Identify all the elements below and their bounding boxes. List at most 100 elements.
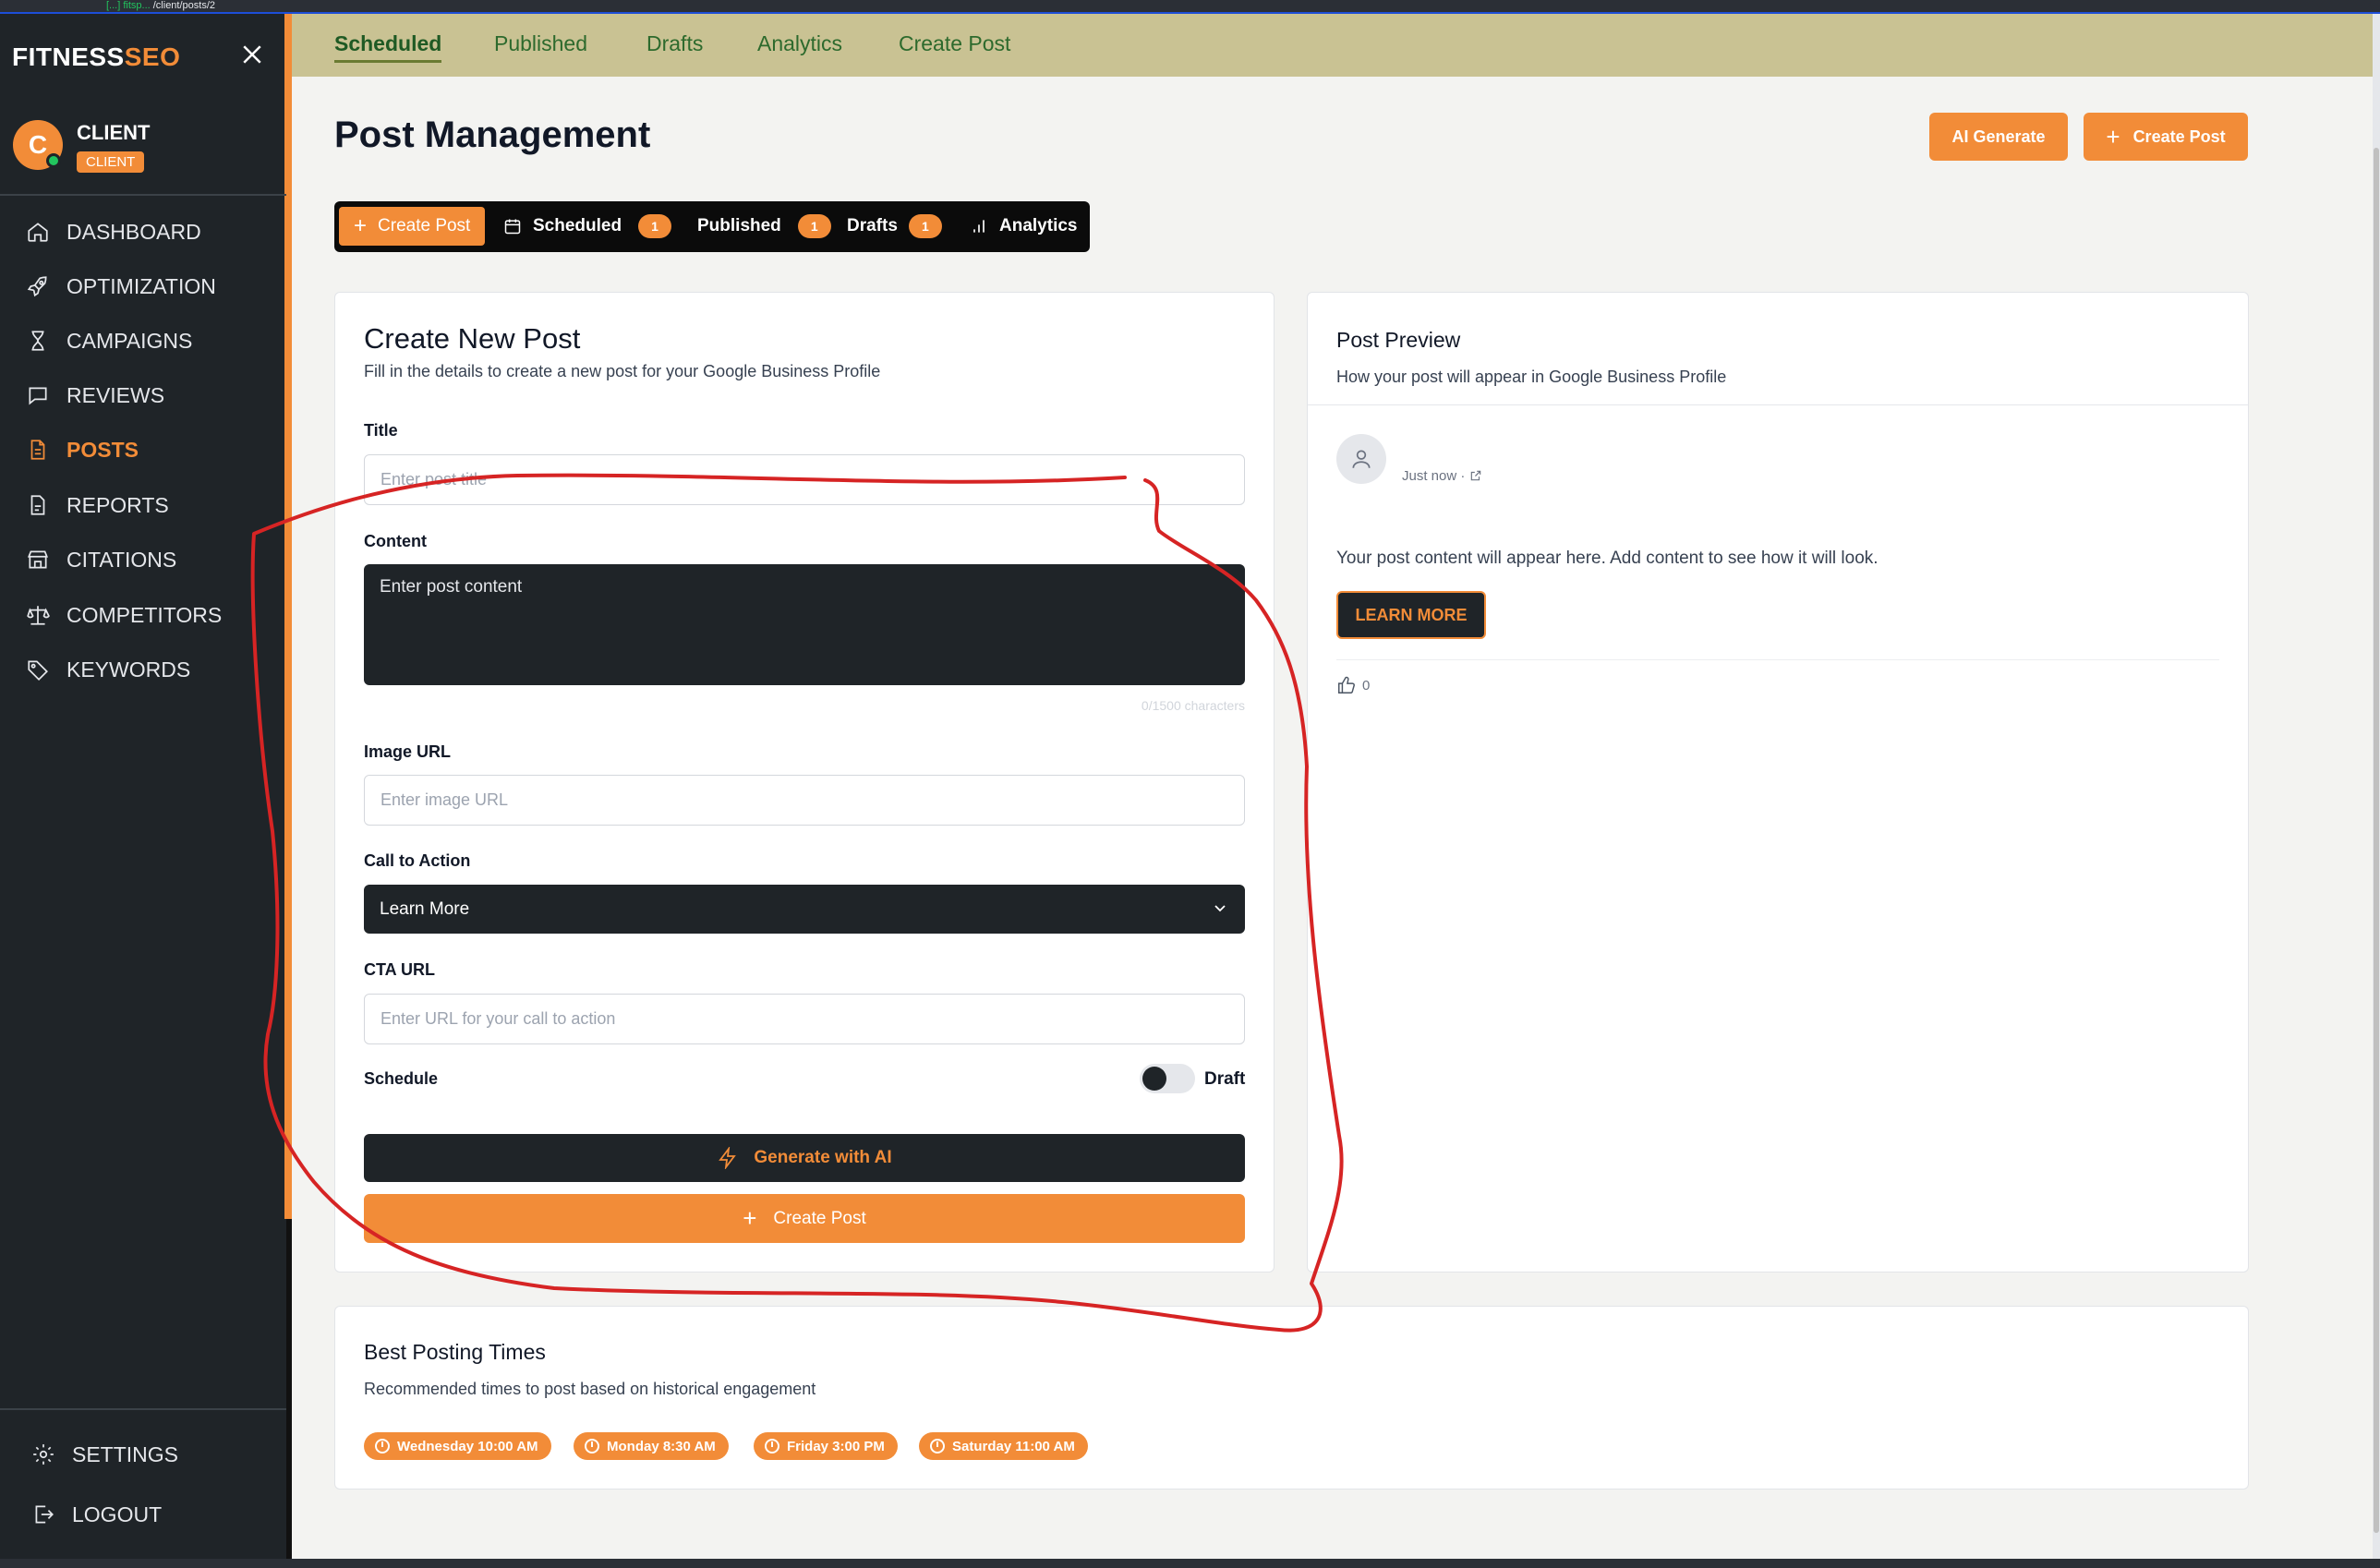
close-icon <box>243 45 261 64</box>
rocket-icon <box>27 276 47 297</box>
clock-icon <box>930 1439 945 1453</box>
user-name: CLIENT <box>77 121 151 144</box>
url-path: /client/posts/2 <box>152 0 216 11</box>
post-segmented-tabs: + Create Post Scheduled 1 Published 1 Dr… <box>334 201 1090 252</box>
time-chip[interactable]: Saturday 11:00 AM <box>919 1432 1088 1460</box>
generate-ai-label: Generate with AI <box>754 1148 892 1167</box>
seg-drafts[interactable]: Drafts 1 <box>847 207 942 246</box>
content-label: Content <box>364 532 427 550</box>
address-bar[interactable]: [...] fitsp... /client/posts/2 <box>106 0 215 11</box>
title-input[interactable]: Enter post title <box>364 454 1245 505</box>
user-role-badge: CLIENT <box>77 151 145 173</box>
preview-timestamp: Just now · <box>1402 468 1482 484</box>
preview-content: Your post content will appear here. Add … <box>1336 549 1879 568</box>
sidebar-item-campaigns[interactable]: CAMPAIGNS <box>26 322 275 359</box>
user-icon <box>1352 450 1371 468</box>
tag-icon <box>28 660 48 681</box>
taskbar-strip <box>0 1559 2380 1568</box>
sidebar-item-dashboard[interactable]: DASHBOARD <box>26 213 275 250</box>
preview-cta-button[interactable]: LEARN MORE <box>1336 591 1486 639</box>
clock-icon <box>765 1439 779 1453</box>
seg-label: Analytics <box>999 216 1078 235</box>
sidebar-item-settings[interactable]: SETTINGS <box>31 1436 281 1473</box>
like-button[interactable]: 0 <box>1336 675 1370 695</box>
seg-analytics[interactable]: Analytics <box>970 207 1077 246</box>
preview-subtitle: How your post will appear in Google Busi… <box>1336 368 1727 386</box>
logout-button[interactable]: LOGOUT <box>31 1496 281 1533</box>
sidebar-item-posts[interactable]: POSTS <box>26 431 275 468</box>
cta-select[interactable]: Learn More <box>364 885 1245 934</box>
online-status-dot <box>46 153 61 168</box>
sidebar-item-label: COMPETITORS <box>66 602 223 627</box>
time-chip[interactable]: Wednesday 10:00 AM <box>364 1432 551 1460</box>
plus-icon: + <box>743 1204 757 1232</box>
ai-generate-button[interactable]: AI Generate <box>1929 113 2068 161</box>
image-url-input[interactable]: Enter image URL <box>364 775 1245 826</box>
home-icon <box>28 223 48 242</box>
bar-chart-icon <box>973 220 985 233</box>
time-chip-label: Monday 8:30 AM <box>607 1438 716 1454</box>
sidebar-item-label: CITATIONS <box>66 547 177 572</box>
plus-icon: + <box>354 213 368 238</box>
create-post-header-button[interactable]: + Create Post <box>2084 113 2248 161</box>
tab-create-post[interactable]: Create Post <box>899 31 1010 56</box>
brand-accent: SEO <box>124 42 181 71</box>
character-count: 0/1500 characters <box>1141 698 1245 713</box>
seg-label: Create Post <box>378 216 471 235</box>
cta-label: Call to Action <box>364 851 471 870</box>
preview-divider <box>1308 404 2248 405</box>
time-chip[interactable]: Friday 3:00 PM <box>754 1432 898 1460</box>
url-host: [...] fitsp... <box>106 0 151 11</box>
cta-selected-value: Learn More <box>380 899 470 919</box>
tab-analytics[interactable]: Analytics <box>757 31 842 56</box>
browser-chrome: [...] fitsp... /client/posts/2 <box>0 0 2380 14</box>
schedule-toggle[interactable] <box>1140 1064 1195 1093</box>
image-url-label: Image URL <box>364 742 452 761</box>
create-post-label: Create Post <box>2132 127 2226 146</box>
gear-icon <box>33 1444 54 1465</box>
sidebar-item-label: REPORTS <box>66 492 169 517</box>
brand-main: FITNESS <box>12 42 125 71</box>
sidebar-item-optimization[interactable]: OPTIMIZATION <box>26 268 275 305</box>
seg-published[interactable]: Published 1 <box>697 207 831 246</box>
external-link-icon[interactable] <box>1469 469 1482 482</box>
page-title: Post Management <box>334 115 651 155</box>
chevron-down-icon <box>1212 885 1228 953</box>
sidebar-divider <box>0 194 286 196</box>
sidebar-item-citations[interactable]: CITATIONS <box>26 541 275 578</box>
tab-drafts[interactable]: Drafts <box>646 31 703 56</box>
create-post-title: Create New Post <box>364 322 581 355</box>
time-chip[interactable]: Monday 8:30 AM <box>574 1432 729 1460</box>
preview-divider <box>1336 659 2219 660</box>
create-post-submit-label: Create Post <box>773 1208 866 1228</box>
sidebar-item-competitors[interactable]: COMPETITORS <box>26 597 275 633</box>
sidebar-item-label: DASHBOARD <box>66 219 201 244</box>
seg-scheduled[interactable]: Scheduled 1 <box>503 207 672 246</box>
tab-published[interactable]: Published <box>494 31 587 56</box>
report-icon <box>30 495 45 515</box>
cta-url-label: CTA URL <box>364 960 435 979</box>
title-label: Title <box>364 421 398 440</box>
hourglass-icon <box>31 331 44 351</box>
count-badge: 1 <box>797 214 831 238</box>
tab-scheduled[interactable]: Scheduled <box>334 31 442 63</box>
create-post-submit-button[interactable]: + Create Post <box>364 1194 1245 1243</box>
content-textarea[interactable]: Enter post content <box>364 564 1245 685</box>
preview-avatar <box>1336 434 1386 484</box>
scrollbar-thumb[interactable] <box>2374 148 2379 1533</box>
seg-label: Scheduled <box>533 216 622 235</box>
sidebar-item-reviews[interactable]: REVIEWS <box>26 377 275 414</box>
sidebar-item-label: KEYWORDS <box>66 657 191 681</box>
sidebar-item-keywords[interactable]: KEYWORDS <box>26 651 275 688</box>
sidebar-item-reports[interactable]: REPORTS <box>26 487 275 524</box>
schedule-label: Schedule <box>364 1069 439 1088</box>
seg-create-post[interactable]: + Create Post <box>339 207 486 246</box>
cta-url-input[interactable]: Enter URL for your call to action <box>364 994 1245 1044</box>
seg-label: Drafts <box>847 216 898 235</box>
sidebar-edge <box>286 1219 292 1559</box>
generate-with-ai-button[interactable]: Generate with AI <box>364 1134 1245 1182</box>
lightning-icon <box>719 1147 737 1169</box>
logout-label: LOGOUT <box>72 1502 163 1526</box>
create-post-subtitle: Fill in the details to create a new post… <box>364 362 881 380</box>
close-sidebar-button[interactable] <box>238 41 266 68</box>
